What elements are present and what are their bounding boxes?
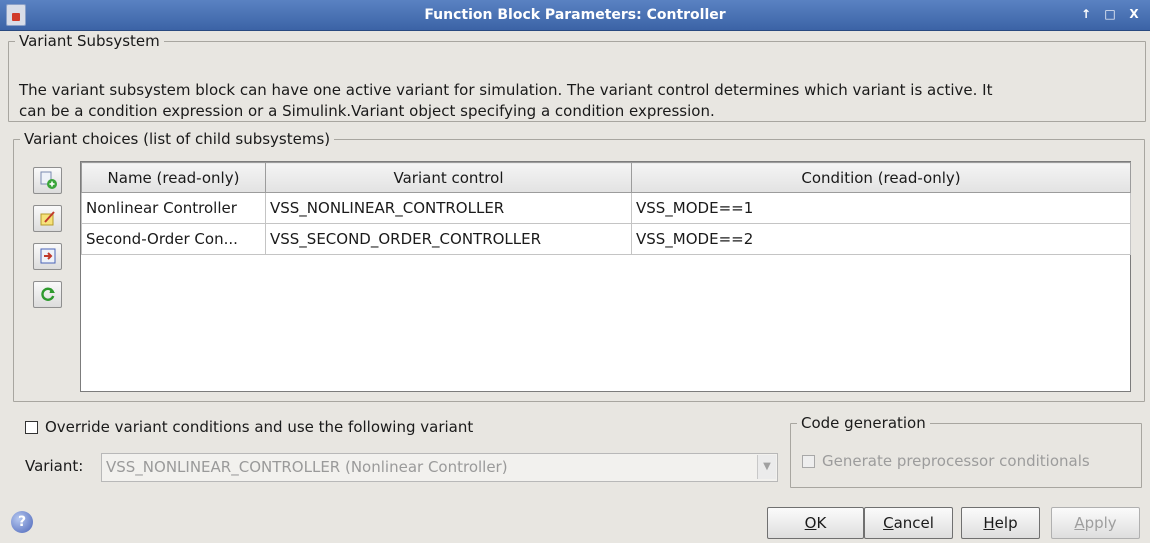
edit-choice-icon (40, 211, 55, 226)
cell-condition[interactable]: VSS_MODE==2 (631, 223, 1131, 255)
add-choice-button[interactable] (33, 167, 62, 194)
apply-mnemonic: A (1074, 514, 1085, 532)
table-row[interactable]: Nonlinear Controller VSS_NONLINEAR_CONTR… (81, 192, 1131, 224)
apply-label: pply (1084, 514, 1117, 532)
help-label: elp (994, 514, 1018, 532)
variant-subsystem-description: The variant subsystem block can have one… (19, 80, 1129, 122)
window-title: Function Block Parameters: Controller (424, 7, 726, 23)
apply-button[interactable]: Apply (1051, 507, 1140, 539)
override-checkbox-box[interactable] (25, 420, 38, 434)
close-icon[interactable]: X (1124, 5, 1144, 23)
variant-select-value: VSS_NONLINEAR_CONTROLLER (Nonlinear Cont… (106, 458, 508, 476)
cell-condition[interactable]: VSS_MODE==1 (631, 192, 1131, 224)
cancel-mnemonic: C (883, 514, 894, 532)
column-header-name[interactable]: Name (read-only) (81, 162, 266, 193)
variant-choices-table: Name (read-only) Variant control Conditi… (80, 161, 1131, 392)
variant-label: Variant: (25, 457, 84, 475)
ok-button[interactable]: OK (767, 507, 864, 539)
column-header-condition[interactable]: Condition (read-only) (631, 162, 1131, 193)
open-choice-button[interactable] (33, 243, 62, 270)
generate-preprocessor-box[interactable] (802, 454, 815, 468)
description-line-1: The variant subsystem block can have one… (19, 81, 993, 99)
table-row[interactable]: Second-Order Con... VSS_SECOND_ORDER_CON… (81, 223, 1131, 255)
cell-name[interactable]: Second-Order Con... (81, 223, 266, 255)
ok-mnemonic: O (804, 514, 817, 532)
variant-select[interactable]: VSS_NONLINEAR_CONTROLLER (Nonlinear Cont… (101, 453, 778, 482)
refresh-icon (40, 287, 55, 301)
help-mnemonic: H (983, 514, 995, 532)
cancel-label: ancel (893, 514, 934, 532)
variant-subsystem-legend: Variant Subsystem (19, 32, 160, 50)
cell-variant-control[interactable]: VSS_SECOND_ORDER_CONTROLLER (265, 223, 632, 255)
generate-preprocessor-checkbox[interactable]: Generate preprocessor conditionals (802, 452, 1090, 470)
add-choice-icon (40, 171, 57, 189)
code-generation-group: Code generation (790, 414, 1142, 488)
maximize-icon[interactable]: □ (1100, 5, 1120, 23)
open-choice-icon (40, 248, 55, 264)
help-button[interactable]: Help (961, 507, 1040, 539)
title-bar: Function Block Parameters: Controller ↑ … (0, 0, 1150, 31)
description-line-2: can be a condition expression or a Simul… (19, 102, 715, 120)
override-checkbox-label: Override variant conditions and use the … (45, 418, 474, 436)
help-icon[interactable]: ? (11, 511, 33, 533)
pin-icon[interactable]: ↑ (1076, 5, 1096, 23)
cell-variant-control[interactable]: VSS_NONLINEAR_CONTROLLER (265, 192, 632, 224)
variant-choices-legend: Variant choices (list of child subsystem… (24, 130, 331, 148)
generate-preprocessor-label: Generate preprocessor conditionals (822, 452, 1090, 470)
cell-name[interactable]: Nonlinear Controller (81, 192, 266, 224)
ok-label: K (816, 514, 827, 532)
column-header-variant-control[interactable]: Variant control (265, 162, 632, 193)
override-variant-checkbox[interactable]: Override variant conditions and use the … (25, 418, 473, 436)
refresh-button[interactable] (33, 281, 62, 308)
edit-choice-button[interactable] (33, 205, 62, 232)
cancel-button[interactable]: Cancel (864, 507, 953, 539)
chevron-down-icon[interactable]: ▼ (757, 455, 776, 479)
code-generation-legend: Code generation (801, 414, 926, 432)
variant-subsystem-group: Variant Subsystem The variant subsystem … (8, 32, 1146, 122)
